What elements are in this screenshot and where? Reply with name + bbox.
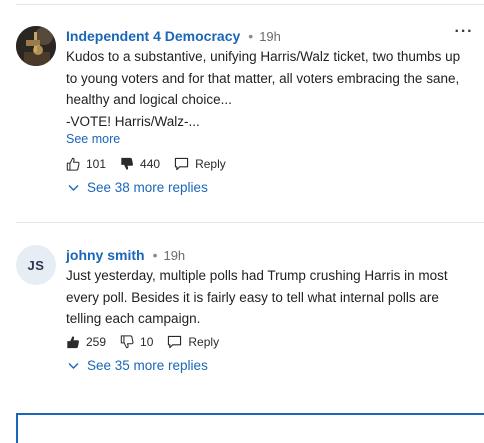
author-name[interactable]: johny smith [66,247,145,263]
dislike-count: 440 [140,157,161,171]
timestamp: 19h [259,28,281,44]
reply-bubble-icon [174,157,189,171]
like-count: 101 [86,157,107,171]
comment-line: Kudos to a substantive, unifying Harris/… [66,49,461,64]
like-button[interactable]: 259 [66,335,106,349]
see-more-link[interactable]: See more [66,132,120,146]
like-button[interactable]: 101 [66,157,106,171]
like-count: 259 [86,335,107,349]
comment-line: healthy and logical choice... [66,92,232,107]
comment-line: every poll. Besides it is fairly easy to… [66,289,439,305]
reply-label: Reply [195,157,226,171]
thumbs-up-filled-icon [67,336,79,349]
chevron-down-icon [68,184,79,191]
reply-label: Reply [188,335,220,349]
avatar[interactable] [16,26,56,66]
comment-header: Independent 4 Democracy • 19h [66,26,281,46]
top-divider [16,4,484,5]
thumbs-down-icon [120,335,134,349]
see-more-replies-label: See 35 more replies [87,358,208,373]
comment-line: Just yesterday, multiple polls had Trump… [66,268,448,283]
comment-actions: 101 440 Reply [66,154,240,174]
dislike-button[interactable]: 10 [120,335,153,349]
reply-button[interactable]: Reply [174,157,226,171]
comment: Independent 4 Democracy • 19h ··· Kudos … [0,24,484,211]
dislike-button[interactable]: 440 [120,157,160,171]
comment-line: telling each campaign. [66,311,201,326]
reply-button[interactable]: Reply [167,335,219,349]
comment-actions: 259 10 Reply [66,332,233,352]
comment-header: johny smith • 19h [66,245,185,265]
separator-dot: • [248,28,254,44]
see-more-replies-link[interactable]: See 38 more replies [68,180,208,195]
thumbs-down-filled-icon [121,157,134,170]
comment-input-box[interactable] [16,413,484,443]
separator-dot: • [152,247,158,263]
comment-divider [16,222,484,223]
thumbs-up-icon [66,157,80,171]
author-name[interactable]: Independent 4 Democracy [66,28,240,44]
comment-line: -VOTE! Harris/Walz-... [66,113,200,129]
see-more-replies-link[interactable]: See 35 more replies [68,358,208,373]
dislike-count: 10 [140,335,154,349]
comment: JS johny smith • 19h Just yesterday, mul… [0,245,484,385]
timestamp: 19h [163,247,186,263]
reply-bubble-icon [168,335,182,349]
chevron-down-icon [68,362,79,369]
comment-line: to young voters and for that matter, all… [66,70,460,86]
more-options-button[interactable]: ··· [454,24,474,46]
avatar[interactable]: JS [16,245,56,285]
comment-body: Kudos to a substantive, unifying Harris/… [66,46,478,132]
see-more-replies-label: See 38 more replies [87,180,208,195]
comment-body: Just yesterday, multiple polls had Trump… [66,265,478,330]
avatar-photo-icon [16,26,56,66]
